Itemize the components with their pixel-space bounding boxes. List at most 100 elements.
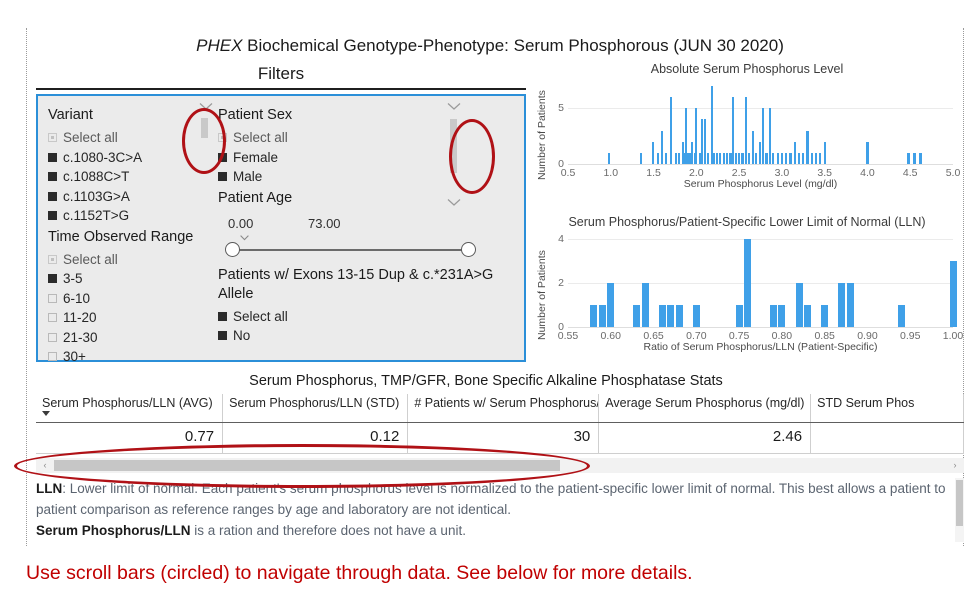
chart-bar[interactable] xyxy=(823,141,826,164)
filter-exon-item[interactable]: No xyxy=(218,326,518,346)
table-column-header[interactable]: Serum Phosphorus/LLN (AVG) xyxy=(36,394,224,422)
checkbox-icon[interactable] xyxy=(48,332,57,342)
chart-bar[interactable] xyxy=(846,283,854,327)
checkbox-icon[interactable] xyxy=(48,172,57,182)
checkbox-icon[interactable] xyxy=(48,211,57,221)
variant-list-scrollbar-thumb[interactable] xyxy=(201,118,208,138)
filter-variant-select-all[interactable]: Select all xyxy=(48,128,213,148)
chart-bar[interactable] xyxy=(639,152,642,164)
chart-bar[interactable] xyxy=(715,152,718,164)
filter-variant-item[interactable]: c.1152T>G xyxy=(48,206,213,226)
chart-bar[interactable] xyxy=(707,152,710,164)
filter-exon-select-all[interactable]: Select all xyxy=(218,307,518,327)
chart-bar[interactable] xyxy=(797,152,801,164)
chart-bar[interactable] xyxy=(838,283,846,327)
chart-bar[interactable] xyxy=(913,152,916,164)
chart-bar[interactable] xyxy=(789,152,792,164)
chart-bar[interactable] xyxy=(780,152,783,164)
checkbox-icon[interactable] xyxy=(218,331,227,341)
filter-sex-item[interactable]: Female xyxy=(218,148,518,168)
slider-handle-min[interactable] xyxy=(225,241,240,257)
table-cell[interactable]: 30 xyxy=(408,423,600,453)
checkbox-icon[interactable] xyxy=(48,152,57,162)
chart-bar[interactable] xyxy=(785,152,788,164)
footnote-vertical-scrollbar[interactable] xyxy=(955,478,964,542)
chevron-down-icon[interactable] xyxy=(447,198,461,207)
chart-bar[interactable] xyxy=(810,152,813,164)
chart-bar[interactable] xyxy=(692,305,700,327)
chart-bar[interactable] xyxy=(607,152,611,164)
checkbox-icon[interactable] xyxy=(218,133,227,143)
table-column-header[interactable]: Serum Phosphorus/LLN (STD) xyxy=(223,394,409,422)
chart-bar[interactable] xyxy=(651,141,654,164)
chart-bar[interactable] xyxy=(795,283,803,327)
horizontal-scrollbar-thumb[interactable] xyxy=(54,460,560,471)
chart-bar[interactable] xyxy=(761,108,765,164)
chevron-down-icon[interactable] xyxy=(447,102,461,111)
table-cell[interactable]: 2.46 xyxy=(599,423,812,453)
chart-bar[interactable] xyxy=(751,130,754,164)
chart-bar[interactable] xyxy=(641,283,649,327)
chart-bar[interactable] xyxy=(765,152,768,164)
chart-bar[interactable] xyxy=(819,152,822,164)
chart-bar[interactable] xyxy=(949,261,957,327)
table-row[interactable]: 0.77 0.12 30 2.46 xyxy=(36,423,964,454)
chart-bar[interactable] xyxy=(678,152,681,164)
scroll-left-arrow-icon[interactable]: ‹ xyxy=(38,458,52,473)
sort-descending-icon[interactable] xyxy=(42,411,50,416)
chart-bar[interactable] xyxy=(667,305,675,327)
chart-bar[interactable] xyxy=(661,130,664,164)
checkbox-icon[interactable] xyxy=(48,254,57,264)
chart-bar[interactable] xyxy=(821,305,829,327)
slider-handle-max[interactable] xyxy=(461,241,476,257)
scroll-right-arrow-icon[interactable]: › xyxy=(948,458,962,473)
checkbox-icon[interactable] xyxy=(48,133,57,143)
chart-bar[interactable] xyxy=(712,152,715,164)
checkbox-icon[interactable] xyxy=(48,191,57,201)
chart-bar[interactable] xyxy=(802,152,805,164)
table-cell[interactable] xyxy=(811,423,964,453)
chart-bar[interactable] xyxy=(722,152,725,164)
chart-bar[interactable] xyxy=(607,283,615,327)
patient-sex-list-scrollbar-thumb[interactable] xyxy=(450,119,457,173)
checkbox-icon[interactable] xyxy=(48,352,57,362)
chart-bar[interactable] xyxy=(776,152,779,164)
chart-bar[interactable] xyxy=(744,239,752,327)
table-column-header[interactable]: Average Serum Phosphorus (mg/dl) xyxy=(599,394,812,422)
chart-bar[interactable] xyxy=(748,152,751,164)
filter-variant-item[interactable]: c.1103G>A xyxy=(48,187,213,207)
chart-bar[interactable] xyxy=(738,152,741,164)
checkbox-icon[interactable] xyxy=(218,172,227,182)
table-cell[interactable]: 0.77 xyxy=(36,423,224,453)
chart-bar[interactable] xyxy=(665,152,668,164)
chart-bar[interactable] xyxy=(778,305,786,327)
checkbox-icon[interactable] xyxy=(48,313,57,323)
table-column-header[interactable]: STD Serum Phos xyxy=(811,394,964,422)
checkbox-icon[interactable] xyxy=(218,152,227,162)
filter-time-item[interactable]: 3-5 xyxy=(48,269,213,289)
table-horizontal-scrollbar[interactable]: ‹ › xyxy=(36,458,964,473)
chart-bar[interactable] xyxy=(804,305,812,327)
chart-bar[interactable] xyxy=(658,305,666,327)
checkbox-icon[interactable] xyxy=(48,274,57,284)
chart-bar[interactable] xyxy=(768,108,771,164)
checkbox-icon[interactable] xyxy=(218,311,227,321)
chart-bar[interactable] xyxy=(755,152,758,164)
filter-time-item[interactable]: 11-20 xyxy=(48,308,213,328)
chart-bar[interactable] xyxy=(735,305,743,327)
footnote-scrollbar-thumb[interactable] xyxy=(956,480,963,526)
chart-bar[interactable] xyxy=(758,141,761,164)
filter-time-item[interactable]: 30+ xyxy=(48,347,213,367)
chart-bar[interactable] xyxy=(675,305,683,327)
table-cell[interactable]: 0.12 xyxy=(223,423,409,453)
chart-bar[interactable] xyxy=(674,152,677,164)
filter-time-item[interactable]: 21-30 xyxy=(48,328,213,348)
chart-bar[interactable] xyxy=(919,152,922,164)
chart-bar[interactable] xyxy=(907,152,910,164)
chart-bar[interactable] xyxy=(793,141,796,164)
chart-bar[interactable] xyxy=(769,305,777,327)
chart-bar[interactable] xyxy=(656,152,659,164)
chart-bar[interactable] xyxy=(695,108,698,164)
chart-bar[interactable] xyxy=(772,152,775,164)
age-range-slider[interactable] xyxy=(218,238,518,262)
